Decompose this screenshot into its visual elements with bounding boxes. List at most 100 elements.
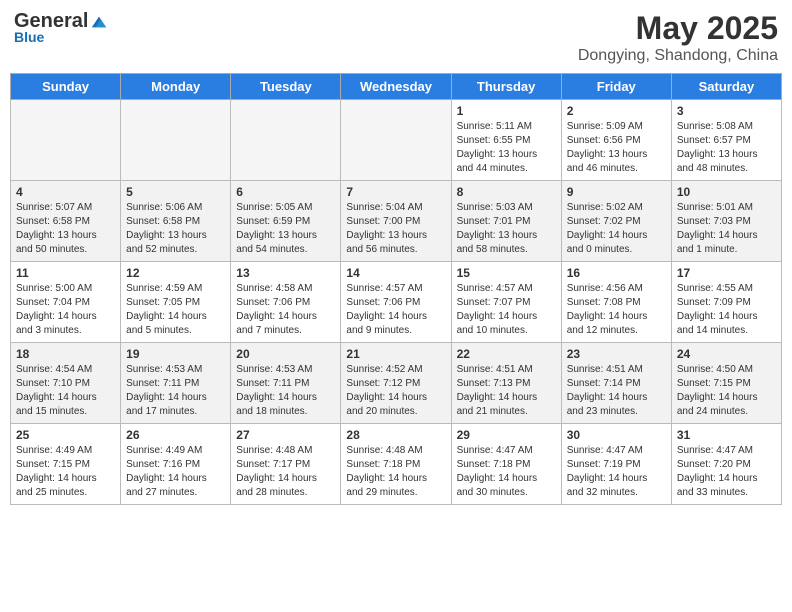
- calendar-day-cell: 19 Sunrise: 4:53 AMSunset: 7:11 PMDayligh…: [121, 343, 231, 424]
- day-number: 27: [236, 428, 335, 442]
- calendar-week-row: 1 Sunrise: 5:11 AMSunset: 6:55 PMDaylight…: [11, 100, 782, 181]
- day-number: 25: [16, 428, 115, 442]
- day-info: Sunrise: 4:53 AMSunset: 7:11 PMDaylight:…: [236, 363, 335, 419]
- day-info: Sunrise: 4:53 AMSunset: 7:11 PMDaylight:…: [126, 363, 225, 419]
- calendar-day-cell: 30 Sunrise: 4:47 AMSunset: 7:19 PMDayligh…: [561, 424, 671, 505]
- calendar-day-cell: 15Sunrise: 4:57 AMSunset: 7:07 PMDayligh…: [451, 262, 561, 343]
- calendar-week-row: 18 Sunrise: 4:54 AMSunset: 7:10 PMDayligh…: [11, 343, 782, 424]
- calendar-day-cell: 14 Sunrise: 4:57 AMSunset: 7:06 PMDayligh…: [341, 262, 451, 343]
- day-info: Sunrise: 4:47 AMSunset: 7:20 PMDaylight:…: [677, 444, 776, 500]
- calendar-day-cell: 24 Sunrise: 4:50 AMSunset: 7:15 PMDayligh…: [671, 343, 781, 424]
- day-info: Sunrise: 5:00 AMSunset: 7:04 PMDaylight:…: [16, 282, 115, 338]
- day-info: Sunrise: 4:48 AMSunset: 7:17 PMDaylight:…: [236, 444, 335, 500]
- calendar-day-cell: 20 Sunrise: 4:53 AMSunset: 7:11 PMDayligh…: [231, 343, 341, 424]
- calendar-day-cell: [11, 100, 121, 181]
- day-number: 6: [236, 185, 335, 199]
- logo-icon: [90, 13, 108, 31]
- calendar-day-cell: 5Sunrise: 5:06 AMSunset: 6:58 PMDaylight…: [121, 181, 231, 262]
- weekday-header: Tuesday: [231, 74, 341, 100]
- day-info: Sunrise: 4:51 AMSunset: 7:14 PMDaylight:…: [567, 363, 666, 419]
- day-number: 1: [457, 104, 556, 118]
- day-number: 8: [457, 185, 556, 199]
- day-info: Sunrise: 5:07 AMSunset: 6:58 PMDaylight:…: [16, 201, 115, 257]
- day-info: Sunrise: 5:11 AMSunset: 6:55 PMDaylight:…: [457, 120, 556, 176]
- logo-blue-text: Blue: [14, 29, 44, 45]
- day-number: 20: [236, 347, 335, 361]
- day-number: 30: [567, 428, 666, 442]
- title-block: May 2025 Dongying, Shandong, China: [578, 10, 778, 65]
- calendar-day-cell: 6Sunrise: 5:05 AMSunset: 6:59 PMDaylight…: [231, 181, 341, 262]
- calendar-week-row: 11Sunrise: 5:00 AMSunset: 7:04 PMDayligh…: [11, 262, 782, 343]
- calendar-day-cell: 8Sunrise: 5:03 AMSunset: 7:01 PMDaylight…: [451, 181, 561, 262]
- day-number: 23: [567, 347, 666, 361]
- day-number: 13: [236, 266, 335, 280]
- calendar-day-cell: 11Sunrise: 5:00 AMSunset: 7:04 PMDayligh…: [11, 262, 121, 343]
- day-number: 2: [567, 104, 666, 118]
- calendar-day-cell: 13 Sunrise: 4:58 AMSunset: 7:06 PMDayligh…: [231, 262, 341, 343]
- month-year-title: May 2025: [578, 10, 778, 47]
- weekday-header: Saturday: [671, 74, 781, 100]
- calendar-day-cell: 9 Sunrise: 5:02 AMSunset: 7:02 PMDaylight…: [561, 181, 671, 262]
- day-info: Sunrise: 5:02 AMSunset: 7:02 PMDaylight:…: [567, 201, 666, 257]
- day-number: 7: [346, 185, 445, 199]
- day-info: Sunrise: 5:01 AMSunset: 7:03 PMDaylight:…: [677, 201, 776, 257]
- day-number: 3: [677, 104, 776, 118]
- calendar-day-cell: 23 Sunrise: 4:51 AMSunset: 7:14 PMDayligh…: [561, 343, 671, 424]
- weekday-header: Thursday: [451, 74, 561, 100]
- day-number: 21: [346, 347, 445, 361]
- day-info: Sunrise: 4:57 AMSunset: 7:06 PMDaylight:…: [346, 282, 445, 338]
- day-info: Sunrise: 4:58 AMSunset: 7:06 PMDaylight:…: [236, 282, 335, 338]
- day-info: Sunrise: 4:54 AMSunset: 7:10 PMDaylight:…: [16, 363, 115, 419]
- weekday-header: Monday: [121, 74, 231, 100]
- day-number: 14: [346, 266, 445, 280]
- calendar-day-cell: 4 Sunrise: 5:07 AMSunset: 6:58 PMDaylight…: [11, 181, 121, 262]
- day-number: 26: [126, 428, 225, 442]
- day-number: 9: [567, 185, 666, 199]
- day-info: Sunrise: 4:47 AMSunset: 7:19 PMDaylight:…: [567, 444, 666, 500]
- day-number: 4: [16, 185, 115, 199]
- calendar-header-row: SundayMondayTuesdayWednesdayThursdayFrid…: [11, 74, 782, 100]
- calendar-day-cell: [341, 100, 451, 181]
- calendar-day-cell: 1 Sunrise: 5:11 AMSunset: 6:55 PMDaylight…: [451, 100, 561, 181]
- calendar-day-cell: 25Sunrise: 4:49 AMSunset: 7:15 PMDayligh…: [11, 424, 121, 505]
- location-subtitle: Dongying, Shandong, China: [578, 47, 778, 65]
- day-number: 17: [677, 266, 776, 280]
- calendar-day-cell: 16Sunrise: 4:56 AMSunset: 7:08 PMDayligh…: [561, 262, 671, 343]
- calendar-day-cell: 22 Sunrise: 4:51 AMSunset: 7:13 PMDayligh…: [451, 343, 561, 424]
- calendar-day-cell: 26Sunrise: 4:49 AMSunset: 7:16 PMDayligh…: [121, 424, 231, 505]
- day-number: 5: [126, 185, 225, 199]
- calendar-day-cell: 27 Sunrise: 4:48 AMSunset: 7:17 PMDayligh…: [231, 424, 341, 505]
- day-number: 10: [677, 185, 776, 199]
- day-number: 29: [457, 428, 556, 442]
- day-info: Sunrise: 4:55 AMSunset: 7:09 PMDaylight:…: [677, 282, 776, 338]
- day-info: Sunrise: 5:08 AMSunset: 6:57 PMDaylight:…: [677, 120, 776, 176]
- calendar-day-cell: 12Sunrise: 4:59 AMSunset: 7:05 PMDayligh…: [121, 262, 231, 343]
- day-number: 19: [126, 347, 225, 361]
- day-number: 16: [567, 266, 666, 280]
- calendar-day-cell: 28 Sunrise: 4:48 AMSunset: 7:18 PMDayligh…: [341, 424, 451, 505]
- calendar-day-cell: 10 Sunrise: 5:01 AMSunset: 7:03 PMDayligh…: [671, 181, 781, 262]
- calendar-day-cell: [231, 100, 341, 181]
- day-number: 15: [457, 266, 556, 280]
- logo: General Blue: [14, 10, 108, 45]
- day-number: 31: [677, 428, 776, 442]
- calendar-day-cell: 21 Sunrise: 4:52 AMSunset: 7:12 PMDayligh…: [341, 343, 451, 424]
- calendar-day-cell: 18 Sunrise: 4:54 AMSunset: 7:10 PMDayligh…: [11, 343, 121, 424]
- day-info: Sunrise: 4:48 AMSunset: 7:18 PMDaylight:…: [346, 444, 445, 500]
- calendar-day-cell: 29 Sunrise: 4:47 AMSunset: 7:18 PMDayligh…: [451, 424, 561, 505]
- day-info: Sunrise: 4:52 AMSunset: 7:12 PMDaylight:…: [346, 363, 445, 419]
- day-number: 22: [457, 347, 556, 361]
- day-info: Sunrise: 4:47 AMSunset: 7:18 PMDaylight:…: [457, 444, 556, 500]
- calendar-week-row: 25Sunrise: 4:49 AMSunset: 7:15 PMDayligh…: [11, 424, 782, 505]
- calendar-table: SundayMondayTuesdayWednesdayThursdayFrid…: [10, 73, 782, 505]
- day-number: 24: [677, 347, 776, 361]
- page-header: General Blue May 2025 Dongying, Shandong…: [10, 10, 782, 65]
- weekday-header: Wednesday: [341, 74, 451, 100]
- day-number: 28: [346, 428, 445, 442]
- day-number: 18: [16, 347, 115, 361]
- weekday-header: Friday: [561, 74, 671, 100]
- day-info: Sunrise: 4:50 AMSunset: 7:15 PMDaylight:…: [677, 363, 776, 419]
- day-info: Sunrise: 4:51 AMSunset: 7:13 PMDaylight:…: [457, 363, 556, 419]
- calendar-day-cell: [121, 100, 231, 181]
- calendar-day-cell: 7Sunrise: 5:04 AMSunset: 7:00 PMDaylight…: [341, 181, 451, 262]
